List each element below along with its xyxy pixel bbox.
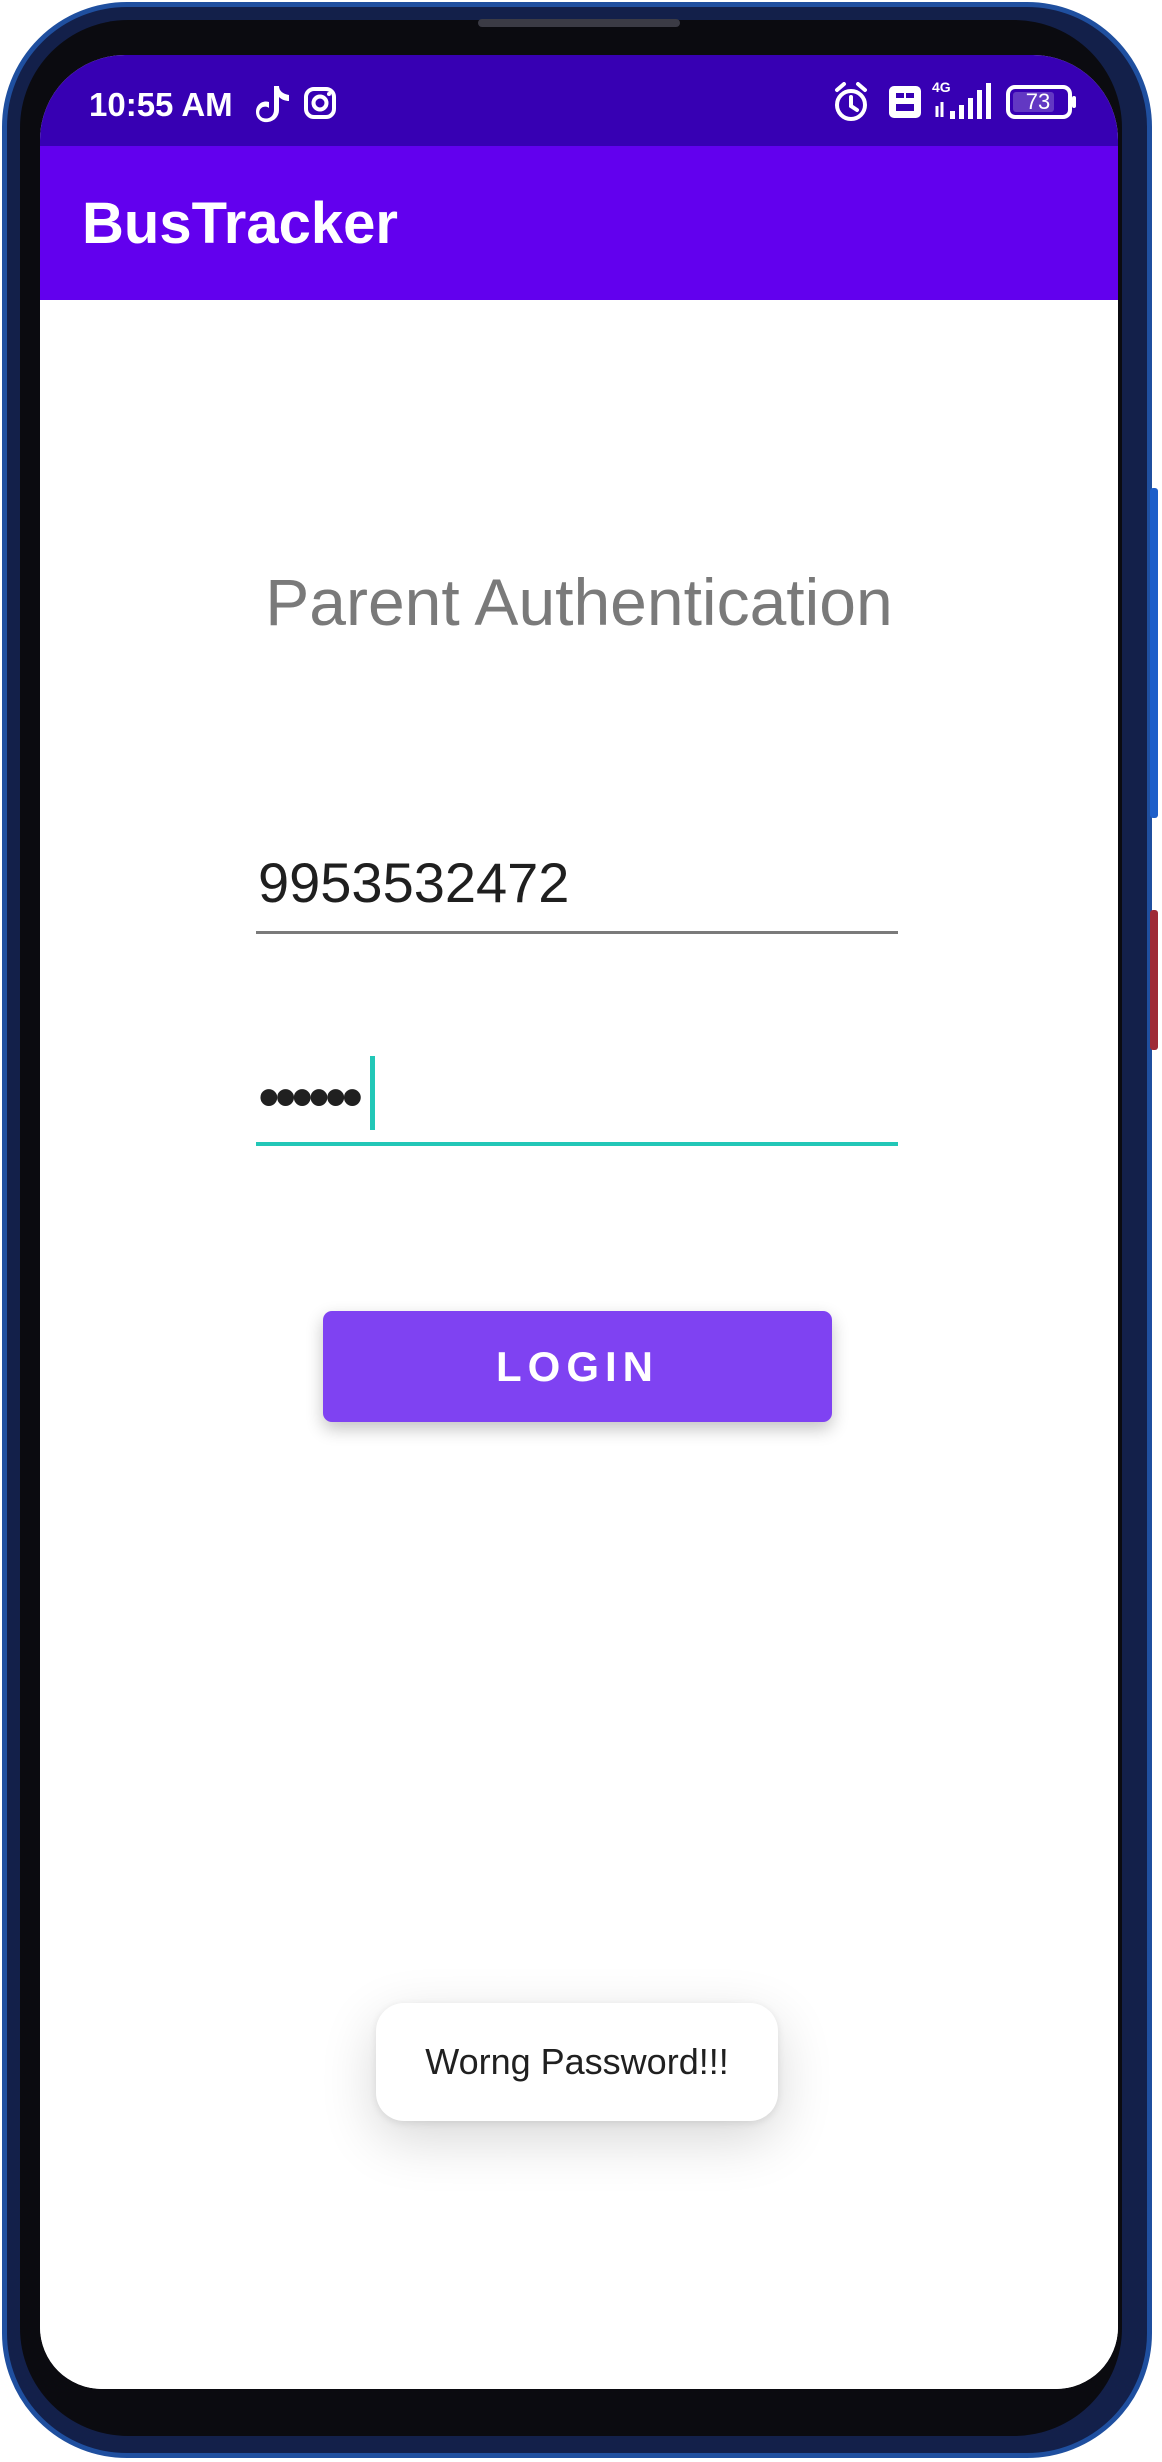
volume-button — [1150, 488, 1158, 818]
password-masked-value: •••••• — [258, 1063, 363, 1132]
network-label: 4G — [932, 79, 951, 95]
phone-number-input[interactable]: 9953532472 — [256, 840, 898, 934]
battery-level: 73 — [1025, 89, 1051, 114]
volte-icon — [886, 83, 924, 121]
page-title: Parent Authentication — [265, 565, 893, 639]
status-time: 10:55 AM — [89, 86, 233, 123]
instagram-icon — [302, 85, 338, 121]
power-button — [1150, 910, 1158, 1050]
login-button[interactable]: LOGIN — [323, 1311, 832, 1422]
status-bar: 10:55 AM 4G 73 — [40, 55, 1118, 146]
error-toast: Worng Password!!! — [376, 2003, 778, 2121]
parent-authentication-screen: Parent Authentication 9953532472 •••••• … — [40, 300, 1118, 2389]
phone-number-value: 9953532472 — [258, 851, 570, 914]
alarm-icon — [830, 82, 872, 124]
phone-screen: 10:55 AM 4G 73 BusTracker Parent Authent… — [40, 55, 1118, 2389]
text-cursor — [370, 1056, 375, 1130]
speaker-grille — [478, 19, 680, 27]
signal-icon: 4G — [932, 77, 996, 125]
tiktok-icon — [256, 83, 290, 123]
app-title: BusTracker — [82, 191, 398, 256]
app-bar: BusTracker — [40, 146, 1118, 300]
password-input[interactable]: •••••• — [256, 1050, 898, 1146]
